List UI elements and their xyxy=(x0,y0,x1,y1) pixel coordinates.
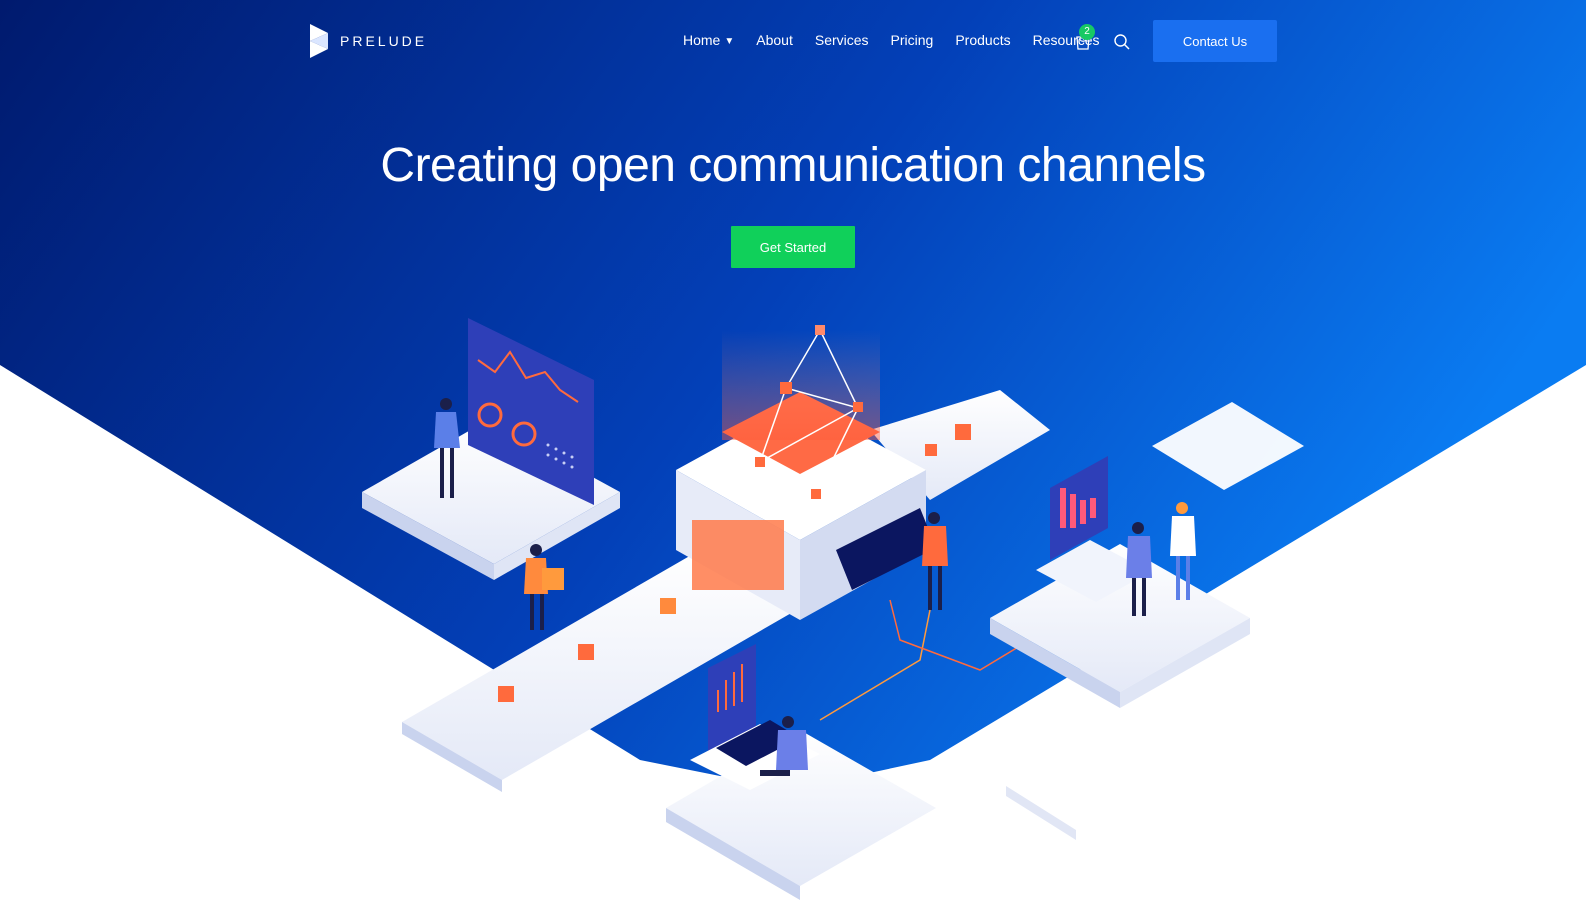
floating-tile-top-right xyxy=(1152,402,1304,490)
nav-home[interactable]: Home ▼ xyxy=(683,32,734,48)
floating-tile-bottom-right xyxy=(1006,742,1156,830)
contact-us-button[interactable]: Contact Us xyxy=(1153,20,1277,62)
search-icon[interactable] xyxy=(1113,33,1131,51)
brand-logo[interactable]: PRELUDE xyxy=(308,24,427,58)
nav-pricing[interactable]: Pricing xyxy=(891,32,934,48)
left-analytics-platform xyxy=(362,318,620,580)
nav-products[interactable]: Products xyxy=(955,32,1010,48)
get-started-button[interactable]: Get Started xyxy=(731,226,855,268)
nav-services[interactable]: Services xyxy=(815,32,869,48)
chevron-down-icon: ▼ xyxy=(724,35,735,47)
nav-home-label: Home xyxy=(683,32,721,48)
nav-about[interactable]: About xyxy=(756,32,793,48)
right-meeting-platform xyxy=(990,456,1250,708)
brand-name: PRELUDE xyxy=(340,33,428,49)
hero-title: Creating open communication channels xyxy=(380,139,1206,192)
main-nav: Home ▼ About Services Pricing Products Re… xyxy=(683,32,1122,48)
prism-logo-icon xyxy=(310,24,328,58)
cart-count-badge: 2 xyxy=(1079,24,1095,40)
isometric-illustration xyxy=(362,318,1304,900)
person-at-terminal xyxy=(922,512,948,610)
central-machine xyxy=(676,325,948,620)
